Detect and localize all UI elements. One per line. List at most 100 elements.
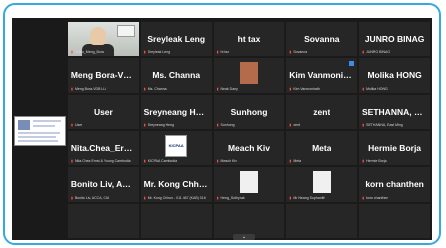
participant-name: ht tax [237, 34, 261, 45]
shared-line [33, 120, 61, 122]
participant-label: ▮ User [71, 122, 83, 127]
mic-muted-icon: ▮ [216, 195, 219, 200]
participant-label: ▮ JUNRO BINAG [362, 50, 391, 55]
participant-label: ▮ Sreyleak Leng [143, 50, 171, 55]
mic-muted-icon: ▮ [289, 86, 292, 91]
mic-muted-icon: ▮ [71, 122, 73, 127]
participant-name: JUNRO BINAG [364, 34, 425, 45]
mic-muted-icon: ▮ [362, 50, 365, 55]
profile-photo [312, 171, 331, 194]
mic-muted-icon: ▮ [362, 195, 365, 200]
participant-tile[interactable]: Mr. Kong Chhun... ▮Mr. Kong Chhun - 011 … [140, 167, 212, 202]
participant-tile-logo[interactable]: KICPAA ▮ KICPAA Cambodia [140, 130, 212, 166]
person-head [90, 27, 106, 45]
participant-label: ▮ Heng_Sothyrak [216, 195, 245, 200]
profile-photo [239, 171, 258, 194]
participant-label: ▮ Molika HONG [362, 86, 388, 91]
mic-muted-icon: ▮ [216, 50, 219, 55]
participant-label: ▮ Ms. Channa [143, 86, 167, 91]
shared-screen-thumbnail[interactable] [14, 116, 66, 146]
participant-tile[interactable]: User ▮ User [68, 94, 139, 129]
participant-name: korn chanthen [365, 179, 424, 190]
participant-name: Sovanna [304, 34, 340, 45]
organization-logo: KICPAA [165, 134, 188, 157]
mic-muted-icon: ▮ [71, 195, 73, 200]
participant-tile[interactable]: zent ▮ zent [286, 94, 358, 129]
participant-name: User [93, 106, 113, 117]
participant-name: Molika HONG [367, 70, 422, 81]
participant-name: Sreyneang Heng [143, 106, 209, 117]
participant-label: ▮ ht tax [216, 50, 230, 55]
participant-name: Meach Kiv [227, 143, 271, 154]
participant-label: ▮ Nita.Chea Ernst & Young Cambodia [71, 159, 131, 164]
participant-label: ▮ Video_Meng_Bora [71, 50, 104, 55]
participant-tile[interactable]: Bonito Liv, ACCA... ▮Bonito Liv, ACCA, C… [68, 167, 139, 202]
shared-line [18, 136, 56, 138]
participant-label: ▮ SETHANNA, East Ming [362, 122, 403, 127]
shared-line [18, 132, 60, 134]
participant-name: Meta [312, 143, 332, 154]
participant-name: Nita.Chea_Ernst... [70, 143, 136, 154]
participant-label: ▮ Bonito Liv, ACCA, CIA [71, 195, 110, 200]
participant-tile[interactable]: Hermie Borja ▮ Hermie Borja [359, 130, 430, 166]
participant-name: Ms. Channa [152, 70, 201, 81]
participant-tile[interactable]: JUNRO BINAG ▮ JUNRO BINAG [359, 22, 430, 57]
participant-label: ▮ korn chanthen [362, 195, 389, 200]
mic-muted-icon: ▮ [216, 86, 219, 91]
mic-muted-icon: ▮ [71, 50, 73, 55]
participant-label: ▮ Mr. Kong Chhun - 011 467 (KAB) 016 [143, 195, 206, 200]
participant-tile[interactable]: korn chanthen ▮ korn chanthen [359, 167, 430, 202]
participant-tile-photo[interactable]: ▮ Neak Dany [213, 58, 285, 93]
participant-tile[interactable]: Sovanna ▮ Sovanna [286, 22, 358, 57]
participant-tile-video[interactable]: ▮ Video_Meng_Bora [68, 22, 139, 57]
mic-muted-icon: ▮ [143, 86, 146, 91]
chevron-down-icon[interactable]: ⌄ [233, 234, 255, 240]
logo-text: KICPAA [168, 143, 184, 149]
participant-tile[interactable]: Sreyneang Heng ▮ Sreyneang Heng [140, 94, 212, 129]
empty-tile [359, 203, 430, 238]
mic-muted-icon: ▮ [362, 122, 365, 127]
profile-photo [239, 62, 258, 85]
participant-tile[interactable]: Meng Bora-VDB... ▮ Meng Bora-VDB LLi [68, 58, 139, 93]
participant-name: Sunhong [230, 106, 268, 117]
participant-tile[interactable]: ht tax ▮ ht tax [213, 22, 285, 57]
participant-name: Kim Vanmonirath [289, 70, 355, 81]
participant-label: ▮ Sovanna [289, 50, 308, 55]
empty-tile [286, 203, 358, 238]
participant-tile[interactable]: Sunhong ▮ Sunhong [213, 94, 285, 129]
background-window [116, 25, 135, 37]
participant-label: ▮ Kim Vanmonirath [289, 86, 320, 91]
participant-tile[interactable]: Meach Kiv ▮ Meach Kiv [213, 130, 285, 166]
mic-muted-icon: ▮ [362, 159, 365, 164]
participant-tile[interactable]: SETHANNA, East... ▮SETHANNA, East Ming [359, 94, 430, 129]
participant-tile[interactable]: Meta ▮ Meta [286, 130, 358, 166]
participant-label: ▮ Meta [289, 159, 302, 164]
mic-muted-icon: ▮ [216, 122, 219, 127]
mic-muted-icon: ▮ [362, 86, 365, 91]
participant-tile[interactable]: Ms. Channa ▮ Ms. Channa [140, 58, 212, 93]
participant-label: ▮ Hermie Borja [362, 159, 387, 164]
mic-muted-icon: ▮ [289, 122, 292, 127]
mic-muted-icon: ▮ [216, 159, 219, 164]
participant-tile[interactable]: Kim Vanmonirath ▮ Kim Vanmonirath [286, 58, 358, 93]
participant-label: ▮ zent [289, 122, 300, 127]
empty-tile [68, 203, 139, 238]
participant-name: Mr. Kong Chhun... [143, 179, 209, 190]
participant-label: ▮ Meach Kiv [216, 159, 237, 164]
participant-tile[interactable]: Sreyleak Leng ▮ Sreyleak Leng [140, 22, 212, 57]
participant-tile[interactable]: Molika HONG ▮ Molika HONG [359, 58, 430, 93]
mic-muted-icon: ▮ [143, 159, 146, 164]
participant-name: SETHANNA, East... [362, 106, 427, 117]
participant-name: Hermie Borja [368, 143, 422, 154]
mic-muted-icon: ▮ [143, 50, 146, 55]
participant-label: ▮ Mr Neang Sophanith [289, 195, 326, 200]
status-badge [349, 61, 355, 67]
participant-label: ▮ KICPAA Cambodia [143, 159, 178, 164]
participant-tile-photo[interactable]: ▮ Heng_Sothyrak [213, 167, 285, 202]
participant-tile-photo[interactable]: ▮ Mr Neang Sophanith [286, 167, 358, 202]
participant-name: Meng Bora-VDB... [70, 70, 136, 81]
shared-line [18, 140, 58, 142]
participant-tile[interactable]: Nita.Chea_Ernst... ▮Nita.Chea Ernst & Yo… [68, 130, 139, 166]
participant-name: Bonito Liv, ACCA... [70, 179, 136, 190]
participant-name: Sreyleak Leng [147, 34, 206, 45]
